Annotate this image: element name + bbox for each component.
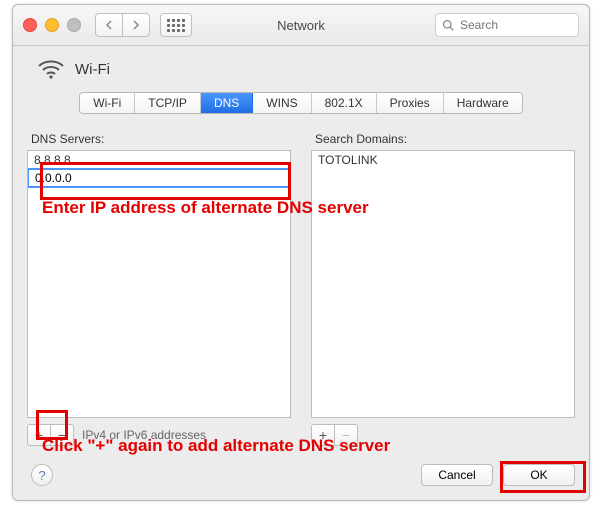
window-body: Wi-Fi Wi-Fi TCP/IP DNS WINS 802.1X Proxi…	[13, 46, 589, 500]
chevron-right-icon	[132, 20, 140, 30]
dns-add-button[interactable]: +	[27, 424, 51, 446]
dns-server-row[interactable]: 8.8.8.8	[28, 151, 290, 169]
dns-server-row-editing[interactable]	[28, 169, 290, 187]
minimize-window-button[interactable]	[45, 18, 59, 32]
domains-add-remove: + −	[311, 424, 358, 446]
chevron-left-icon	[105, 20, 113, 30]
close-window-button[interactable]	[23, 18, 37, 32]
tab-8021x[interactable]: 802.1X	[312, 93, 377, 113]
dns-servers-list[interactable]: 8.8.8.8	[27, 150, 291, 418]
show-all-button[interactable]	[160, 13, 192, 37]
domains-remove-button[interactable]: −	[334, 424, 358, 446]
search-domains-list[interactable]: TOTOLINK	[311, 150, 575, 418]
back-button[interactable]	[95, 13, 122, 37]
tab-wifi[interactable]: Wi-Fi	[80, 93, 135, 113]
network-preferences-window: Network Wi-Fi Wi-Fi TCP/IP DNS WINS 802.…	[12, 4, 590, 501]
dns-servers-column: DNS Servers: 8.8.8.8 + − IPv4 or IPv6 ad…	[27, 132, 291, 446]
tab-proxies[interactable]: Proxies	[377, 93, 444, 113]
tab-wins[interactable]: WINS	[253, 93, 311, 113]
tab-tcpip[interactable]: TCP/IP	[135, 93, 201, 113]
connection-header: Wi-Fi	[27, 58, 575, 88]
cancel-button[interactable]: Cancel	[421, 464, 493, 486]
domains-add-button[interactable]: +	[311, 424, 335, 446]
nav-back-forward	[95, 13, 150, 37]
search-domain-row[interactable]: TOTOLINK	[312, 151, 574, 169]
zoom-window-button[interactable]	[67, 18, 81, 32]
dns-remove-button[interactable]: −	[50, 424, 74, 446]
connection-name: Wi-Fi	[75, 61, 110, 78]
search-icon	[442, 19, 454, 31]
window-controls	[23, 18, 81, 32]
search-domains-label: Search Domains:	[315, 132, 575, 146]
ok-button[interactable]: OK	[503, 464, 575, 486]
dns-servers-label: DNS Servers:	[31, 132, 291, 146]
search-domains-column: Search Domains: TOTOLINK + −	[311, 132, 575, 446]
dns-add-remove: + −	[27, 424, 74, 446]
grid-icon	[167, 19, 185, 32]
wifi-icon	[37, 58, 65, 80]
dns-hint: IPv4 or IPv6 addresses	[82, 428, 206, 442]
tab-hardware[interactable]: Hardware	[444, 93, 522, 113]
tab-dns[interactable]: DNS	[201, 93, 253, 113]
search-input[interactable]	[458, 17, 572, 33]
search-field[interactable]	[435, 13, 579, 37]
titlebar: Network	[13, 5, 589, 46]
settings-tabs: Wi-Fi TCP/IP DNS WINS 802.1X Proxies Har…	[27, 92, 575, 114]
help-button[interactable]: ?	[31, 464, 53, 486]
footer: ? Cancel OK	[27, 464, 575, 486]
dns-server-input[interactable]	[33, 170, 289, 186]
forward-button[interactable]	[122, 13, 150, 37]
